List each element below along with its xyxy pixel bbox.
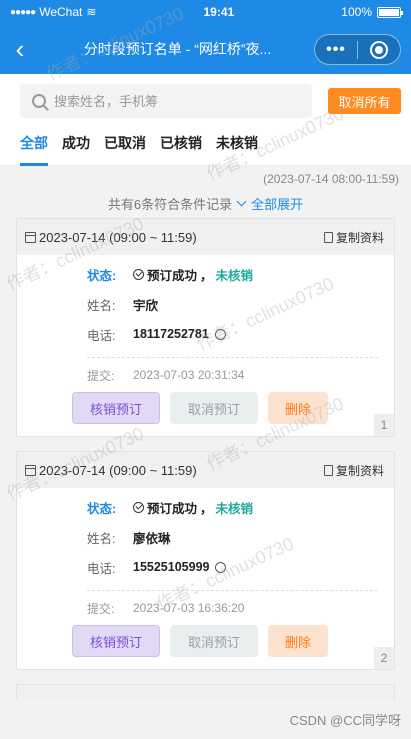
verify-booking-button[interactable]: 核销预订 [72,392,160,424]
phone-value: 15525105999 [133,560,210,574]
record-index: 2 [374,647,394,669]
csdn-credit: CSDN @CC同学呀 [289,713,401,728]
phone-label: 电话: [87,561,116,576]
signal-icon: ●●●●● [10,6,36,18]
phone-call-icon[interactable] [215,561,227,573]
phone-value: 18117252781 [133,327,209,341]
name-value: 廖依琳 [133,531,171,546]
phone-label: 电话: [87,328,116,343]
expand-all-button[interactable]: 全部展开 [236,194,303,213]
record-card: 2023-07-14 (09:00 ~ 11:59) 复制资料 状态: 预订成功… [16,451,395,670]
record-card: 2023-07-14 (09:00 ~ 11:59) 复制资料 状态: 预订成功… [16,218,395,437]
submit-time: 2023-07-03 20:31:34 [133,368,245,382]
status-label: 状态: [87,268,117,283]
submit-label: 提交: [87,601,115,616]
verify-state: 未核销 [215,501,254,516]
battery-label: 100% [341,5,372,19]
close-miniprogram-button[interactable] [358,40,400,59]
document-icon [323,464,333,476]
record-summary: 共有6条符合条件记录 全部展开 [0,188,411,218]
submit-time: 2023-07-03 16:36:20 [133,601,245,615]
document-icon [323,231,333,243]
card-header: 2023-07-14 (09:00 ~ 11:59) 复制资料 [17,219,394,255]
calendar-icon [25,231,36,243]
status-tabs: 全部 成功 已取消 已核销 未核销 [0,120,411,166]
record-card-partial [16,684,395,700]
delete-button[interactable]: 删除 [268,392,328,424]
tab-success[interactable]: 成功 [62,120,90,166]
status-value: 预订成功，未核销 [133,265,253,284]
record-index: 1 [374,414,394,436]
navbar: ‹ 分时段预订名单 - “网红桥”夜... ••• [0,24,411,74]
delete-button[interactable]: 删除 [268,625,328,657]
check-circle-icon [133,501,144,513]
tab-all[interactable]: 全部 [20,120,48,166]
check-circle-icon [133,268,144,280]
wifi-icon: ≋ [86,5,97,19]
record-date: 2023-07-14 (09:00 ~ 11:59) [39,229,197,245]
status-label: 状态: [87,501,117,516]
search-input[interactable] [54,93,300,109]
calendar-icon [25,464,36,476]
mini-program-capsule: ••• [314,34,401,65]
tab-cancelled[interactable]: 已取消 [104,120,146,166]
filter-panel: 取消所有 全部 成功 已取消 已核销 未核销 [0,74,411,166]
chevron-down-icon [236,196,247,206]
time-range: (2023-07-14 08:00-11:59) [263,172,399,186]
card-header: 2023-07-14 (09:00 ~ 11:59) 复制资料 [17,452,394,488]
clock: 19:41 [203,5,235,19]
search-box[interactable] [20,84,312,118]
name-value: 宇欣 [133,298,159,313]
battery-icon [377,6,403,18]
status-bar: ●●●●● WeChat ≋ 19:41 100% [0,0,411,24]
cancel-booking-button[interactable]: 取消预订 [170,392,258,424]
cancel-booking-button[interactable]: 取消预订 [170,625,258,657]
copy-info-button[interactable]: 复制资料 [323,462,384,479]
carrier-label: WeChat [39,5,83,19]
phone-call-icon[interactable] [214,328,226,340]
record-date: 2023-07-14 (09:00 ~ 11:59) [39,462,197,478]
cancel-all-button[interactable]: 取消所有 [328,88,401,114]
more-icon[interactable]: ••• [315,41,357,59]
submit-label: 提交: [87,368,115,383]
name-label: 姓名: [87,531,116,546]
verify-booking-button[interactable]: 核销预订 [72,625,160,657]
search-icon [32,94,46,108]
record-count: 共有6条符合条件记录 [107,196,233,212]
copy-info-button[interactable]: 复制资料 [323,229,384,246]
close-circle-icon [370,40,388,59]
name-label: 姓名: [87,298,116,313]
tab-verified[interactable]: 已核销 [160,120,202,166]
status-value: 预订成功，未核销 [133,498,253,517]
tab-unverified[interactable]: 未核销 [216,120,258,166]
back-icon[interactable]: ‹ [0,24,40,74]
verify-state: 未核销 [215,268,254,283]
